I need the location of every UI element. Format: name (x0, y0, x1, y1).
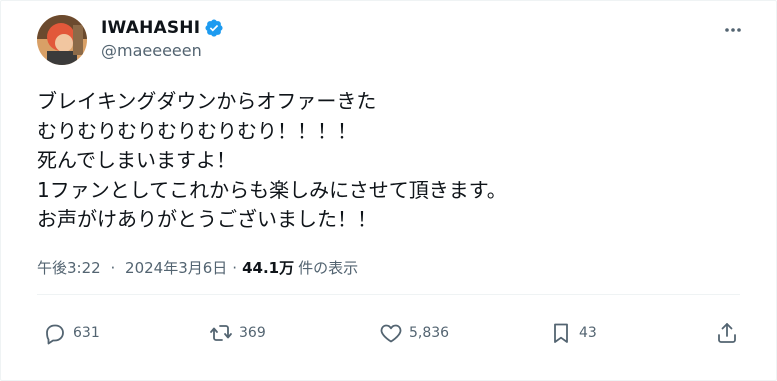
views-count[interactable]: 44.1万 (242, 257, 294, 278)
meta-separator: · (110, 259, 116, 277)
tweet-line: むりむりむりむりむりむり！！！！ (37, 118, 357, 143)
tweet-line: 死んでしまいますよ！ (37, 148, 236, 172)
avatar[interactable] (37, 15, 87, 65)
author-name-row[interactable]: IWAHASHI (101, 17, 224, 39)
retweet-button[interactable]: 369 (209, 319, 266, 347)
tweet-line: 1ファンとしてこれからも楽しみにさせて頂きます。 (37, 177, 507, 202)
verified-badge-icon (204, 18, 224, 38)
avatar-image (37, 15, 87, 65)
like-count: 5,836 (409, 325, 450, 341)
tweet-line: ブレイキングダウンからオファーきた (37, 89, 377, 113)
author-handle[interactable]: @maeeeeen (101, 41, 202, 60)
more-options-button[interactable] (720, 17, 746, 43)
retweet-count: 369 (239, 325, 266, 341)
tweet-time: 午後3:22 (37, 259, 101, 277)
share-upload-icon (718, 323, 736, 343)
bookmark-count: 43 (579, 325, 597, 341)
tweet-line: お声がけありがとうございました！！ (37, 207, 377, 231)
reply-button[interactable]: 631 (43, 319, 100, 347)
reply-count: 631 (73, 325, 100, 341)
bookmark-button[interactable]: 43 (549, 319, 597, 347)
like-button[interactable]: 5,836 (379, 319, 449, 347)
tweet-timestamp[interactable]: 午後3:22 · 2024年3月6日 (37, 257, 227, 278)
tweet-date: 2024年3月6日 (125, 259, 228, 277)
tweet-card: IWAHASHI @maeeeeen ブレイキングダウンからオファーきた むりむ… (0, 0, 777, 381)
views-label: 件の表示 (298, 259, 359, 277)
tweet-text: ブレイキングダウンからオファーきた むりむりむりむりむりむり！！！！ 死んでしま… (37, 87, 737, 235)
bookmark-icon (554, 323, 568, 343)
retweet-arrows-icon (210, 325, 232, 341)
display-name: IWAHASHI (101, 18, 201, 38)
heart-icon (380, 324, 402, 343)
more-dots-icon (725, 28, 741, 32)
divider (37, 294, 740, 295)
meta-separator: · (232, 258, 238, 277)
reply-bubble-icon (46, 324, 64, 345)
tweet-meta: 午後3:22 · 2024年3月6日 · 44.1万 件の表示 (37, 257, 358, 278)
share-button[interactable] (715, 319, 739, 347)
